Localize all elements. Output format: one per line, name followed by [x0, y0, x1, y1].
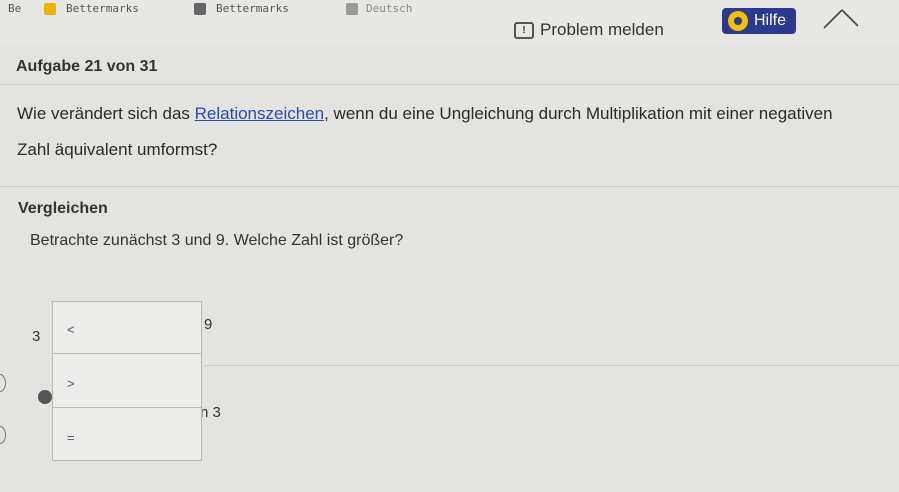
question-text: Wie verändert sich das Relationszeichen,… [17, 104, 833, 159]
report-label: Problem melden [540, 20, 664, 39]
dropdown-option-greater[interactable]: > [53, 356, 201, 408]
section-title: Vergleichen [18, 200, 108, 217]
help-button[interactable]: Hilfe [722, 8, 797, 34]
section-prompt: Betrachte zunächst 3 und 9. Welche Zahl … [30, 232, 404, 249]
divider [0, 84, 899, 85]
bookmark-icon [44, 3, 56, 15]
divider [0, 186, 899, 187]
partial-radio [0, 426, 6, 444]
relation-link[interactable]: Relationszeichen [195, 104, 324, 123]
bookmark-item[interactable]: Be [8, 2, 21, 15]
report-problem-button[interactable]: ! Problem melden [514, 20, 664, 40]
bookmark-icon [346, 3, 358, 15]
close-icon[interactable] [818, 4, 860, 44]
bookmark-icon [194, 3, 206, 15]
task-number: Aufgabe 21 von 31 [16, 58, 158, 75]
report-icon: ! [514, 21, 534, 39]
relation-dropdown[interactable]: < > = [52, 301, 202, 461]
partial-text: n 3 [200, 404, 221, 421]
divider [204, 365, 899, 366]
help-label: Hilfe [754, 12, 787, 29]
right-number: 9 [204, 316, 213, 333]
bookmark-item[interactable]: Deutsch [366, 2, 412, 15]
bookmark-item[interactable]: Bettermarks [216, 2, 289, 15]
lifebuoy-icon [728, 11, 748, 31]
top-bar: Be Bettermarks Bettermarks Deutsch ! Pro… [0, 0, 899, 44]
dropdown-option-less[interactable]: < [53, 302, 201, 354]
bookmark-item[interactable]: Bettermarks [66, 2, 139, 15]
radio-dot[interactable] [38, 390, 52, 404]
partial-radio [0, 374, 6, 392]
left-number: 3 [32, 328, 41, 345]
bookmarks-bar: Be Bettermarks Bettermarks Deutsch [0, 0, 420, 16]
dropdown-option-equal[interactable]: = [53, 410, 201, 462]
